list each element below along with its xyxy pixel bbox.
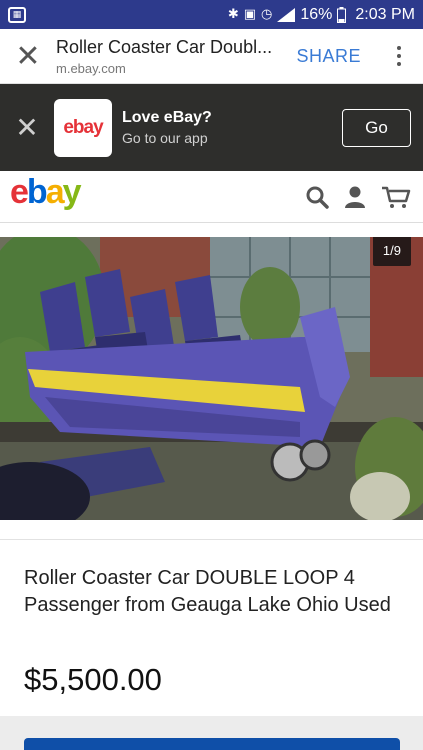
alarm-icon: ◷ <box>261 7 273 22</box>
close-icon: ✕ <box>15 111 39 144</box>
status-bar: ▦ ✱ ▣ ◷ 16% 2:03 PM <box>0 0 423 29</box>
banner-subtitle: Go to our app <box>122 130 208 146</box>
cart-icon[interactable] <box>381 185 411 209</box>
banner-logo-text: ebay <box>63 116 103 138</box>
app-notification-icon: ▦ <box>8 6 26 23</box>
battery-percent: 16% <box>300 5 333 23</box>
buy-it-now-button[interactable] <box>24 738 400 750</box>
battery-icon <box>337 6 347 23</box>
app-install-banner: ✕ ebay Love eBay? Go to our app Go <box>0 84 423 171</box>
item-title: Roller Coaster Car DOUBLE LOOP 4 Passeng… <box>24 567 391 616</box>
search-icon[interactable] <box>305 185 329 209</box>
more-vert-icon <box>397 46 401 50</box>
section-divider <box>0 539 423 540</box>
ebay-app-logo: ebay <box>54 98 112 157</box>
go-to-app-button[interactable]: Go <box>342 108 411 147</box>
tab-title-block: Roller Coaster Car Doubl... m.ebay.com <box>56 37 296 76</box>
image-counter: 1/9 <box>372 237 411 266</box>
item-price: $5,500.00 <box>24 662 162 697</box>
user-icon[interactable] <box>343 185 367 209</box>
svg-text:ebay: ebay <box>10 175 82 211</box>
banner-title: Love eBay? <box>122 109 212 126</box>
ebay-logo[interactable]: ebay ebay <box>10 173 90 219</box>
share-button[interactable]: SHARE <box>296 46 361 67</box>
close-tab-button[interactable]: ✕ <box>0 29 56 84</box>
nfc-icon: ▣ <box>243 7 257 22</box>
banner-close-button[interactable]: ✕ <box>0 111 54 144</box>
signal-icon <box>277 7 296 22</box>
ebay-logo-mark: ebay <box>10 173 84 211</box>
overflow-menu-button[interactable] <box>385 46 413 66</box>
item-photo <box>0 237 423 520</box>
custom-tab-bar: ✕ Roller Coaster Car Doubl... m.ebay.com… <box>0 29 423 84</box>
item-image-gallery[interactable]: 1/9 <box>0 237 423 520</box>
close-icon: ✕ <box>15 38 41 74</box>
bluetooth-icon: ✱ <box>227 7 239 22</box>
site-header: ebay ebay <box>0 171 423 223</box>
status-time: 2:03 PM <box>355 5 415 23</box>
page-title: Roller Coaster Car Doubl... <box>56 36 273 57</box>
page-url: m.ebay.com <box>56 60 126 76</box>
